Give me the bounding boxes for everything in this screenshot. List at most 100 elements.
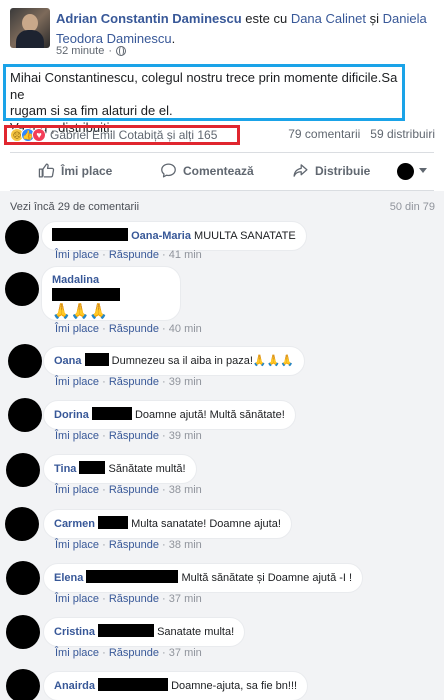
comment-like-link[interactable]: Îmi place [55, 323, 99, 335]
commenter-avatar[interactable] [5, 507, 39, 541]
comments-pager: 50 din 79 [389, 201, 435, 213]
comment-actions: Îmi place · Răspunde · 41 min [55, 249, 202, 261]
redacted-block [98, 624, 155, 637]
commenter-avatar[interactable] [5, 272, 39, 306]
comment-reply-link[interactable]: Răspunde [109, 323, 159, 335]
thumbs-up-icon [38, 163, 55, 178]
commenter-avatar[interactable] [6, 453, 40, 487]
comment-bubble: Oana-Maria MUULTA SANATATE [41, 221, 307, 251]
comment-actions: Îmi place · Răspunde · 37 min [55, 647, 202, 659]
globe-icon [115, 46, 126, 56]
share-button[interactable]: Distribuie [292, 162, 370, 179]
comment-actions: Îmi place · Răspunde · 40 min [55, 323, 202, 335]
comment-reply-link[interactable]: Răspunde [109, 376, 159, 388]
comment-time[interactable]: 37 min [169, 647, 202, 659]
redacted-block [84, 353, 109, 366]
redacted-block [52, 228, 128, 241]
comment-text: Dumnezeu sa il aiba in paza!🙏🙏🙏 [111, 355, 294, 367]
tagged-user-1[interactable]: Dana Calinet [291, 11, 366, 26]
comment-text: Multă sănătate și Doamne ajută -I ! [181, 572, 353, 584]
redacted-block [98, 516, 129, 529]
commenter-name[interactable]: Cristina [54, 626, 95, 638]
comment-time[interactable]: 38 min [169, 484, 202, 496]
comment-button[interactable]: Comentează [160, 162, 254, 179]
comment-reply-link[interactable]: Răspunde [109, 430, 159, 442]
commenter-name[interactable]: Carmen [54, 518, 95, 530]
commenter-name[interactable]: Tina [54, 463, 76, 475]
post-meta: 52 minute · [56, 45, 126, 57]
comment-time[interactable]: 38 min [169, 539, 202, 551]
comment-bubble: Madalina 🙏🙏🙏 [41, 266, 181, 321]
comment-like-link[interactable]: Îmi place [55, 539, 99, 551]
love-reaction-icon: ♥ [32, 128, 46, 142]
comment-text: Sănătate multă! [108, 463, 186, 475]
commenter-name[interactable]: Dorina [54, 409, 89, 421]
facebook-post: Adrian Constantin Daminescu este cu Dana… [0, 0, 444, 700]
commenter-avatar[interactable] [6, 669, 40, 700]
commenter-avatar[interactable] [6, 561, 40, 595]
chevron-down-icon[interactable] [419, 168, 427, 173]
author-name[interactable]: Adrian Constantin Daminescu [56, 11, 242, 26]
comment-time[interactable]: 40 min [169, 323, 202, 335]
comment-bubble: Oana Dumnezeu sa il aiba in paza!🙏🙏🙏 [43, 346, 305, 376]
comment-reply-link[interactable]: Răspunde [109, 647, 159, 659]
comment-bubble: Elena Multă sănătate și Doamne ajută -I … [43, 563, 364, 593]
shares-count-link[interactable]: 59 distribuiri [370, 127, 435, 141]
share-arrow-icon [293, 164, 308, 177]
comment-like-link[interactable]: Îmi place [55, 249, 99, 261]
commenter-name[interactable]: Elena [54, 572, 83, 584]
redacted-block [52, 288, 120, 301]
comment-like-link[interactable]: Îmi place [55, 647, 99, 659]
comment-like-link[interactable]: Îmi place [55, 430, 99, 442]
comment-text: 🙏🙏🙏 [52, 303, 109, 320]
commenter-avatar[interactable] [8, 398, 42, 432]
speech-bubble-icon [161, 163, 176, 178]
commenter-avatar[interactable] [8, 344, 42, 378]
commenter-name[interactable]: Oana-Maria [131, 230, 191, 242]
comment-bubble: Carmen Multa sanatate! Doamne ajuta! [43, 509, 292, 539]
comment-as-avatar[interactable] [397, 163, 414, 180]
author-avatar[interactable] [10, 8, 50, 48]
commenter-avatar[interactable] [6, 615, 40, 649]
comment-reply-link[interactable]: Răspunde [109, 539, 159, 551]
reactions-names[interactable]: Gabriel Emil Cotabiță și alți 165 [50, 128, 217, 142]
comments-count-link[interactable]: 79 comentarii [288, 127, 360, 141]
comment-reply-link[interactable]: Răspunde [109, 484, 159, 496]
comment-actions: Îmi place · Răspunde · 39 min [55, 376, 202, 388]
redacted-block [86, 570, 179, 583]
comment-reply-link[interactable]: Răspunde [109, 593, 159, 605]
comment-time[interactable]: 39 min [169, 376, 202, 388]
redacted-block [98, 678, 169, 691]
commenter-name[interactable]: Anairda [54, 680, 95, 692]
comment-bubble: Anairda Doamne-ajuta, sa fie bn!!! [43, 671, 309, 700]
reactions-summary[interactable]: ☹ 👍 ♥ Gabriel Emil Cotabiță și alți 165 [4, 125, 240, 145]
post-header-text: Adrian Constantin Daminescu este cu Dana… [56, 11, 427, 46]
comment-time[interactable]: 37 min [169, 593, 202, 605]
like-button[interactable]: Îmi place [38, 162, 112, 179]
comment-actions: Îmi place · Răspunde · 38 min [55, 484, 202, 496]
post-header: Adrian Constantin Daminescu este cu Dana… [0, 0, 444, 62]
comment-time[interactable]: 39 min [169, 430, 202, 442]
commenter-name[interactable]: Oana [54, 355, 82, 367]
comment-like-link[interactable]: Îmi place [55, 484, 99, 496]
redacted-block [79, 461, 106, 474]
comment-time[interactable]: 41 min [169, 249, 202, 261]
comment-like-link[interactable]: Îmi place [55, 376, 99, 388]
comment-text: MUULTA SANATATE [194, 230, 296, 242]
comment-text: Doamne ajută! Multă sănătate! [134, 409, 285, 421]
comment-actions: Îmi place · Răspunde · 37 min [55, 593, 202, 605]
comment-text: Multa sanatate! Doamne ajuta! [131, 518, 281, 530]
post-counts: 79 comentarii 59 distribuiri [288, 127, 435, 141]
comment-reply-link[interactable]: Răspunde [109, 249, 159, 261]
comment-text: Sanatate multa! [157, 626, 235, 638]
view-more-comments-link[interactable]: Vezi încă 29 de comentarii [10, 201, 139, 213]
comment-actions: Îmi place · Răspunde · 38 min [55, 539, 202, 551]
action-bar: Îmi place Comentează Distribuie [0, 153, 444, 190]
comment-actions: Îmi place · Răspunde · 39 min [55, 430, 202, 442]
comment-text: Doamne-ajuta, sa fie bn!!! [171, 680, 298, 692]
post-text: Mihai Constantinescu, colegul nostru tre… [3, 64, 405, 135]
comment-like-link[interactable]: Îmi place [55, 593, 99, 605]
commenter-avatar[interactable] [5, 220, 39, 254]
commenter-name[interactable]: Madalina [52, 274, 99, 286]
post-timestamp[interactable]: 52 minute [56, 45, 104, 57]
